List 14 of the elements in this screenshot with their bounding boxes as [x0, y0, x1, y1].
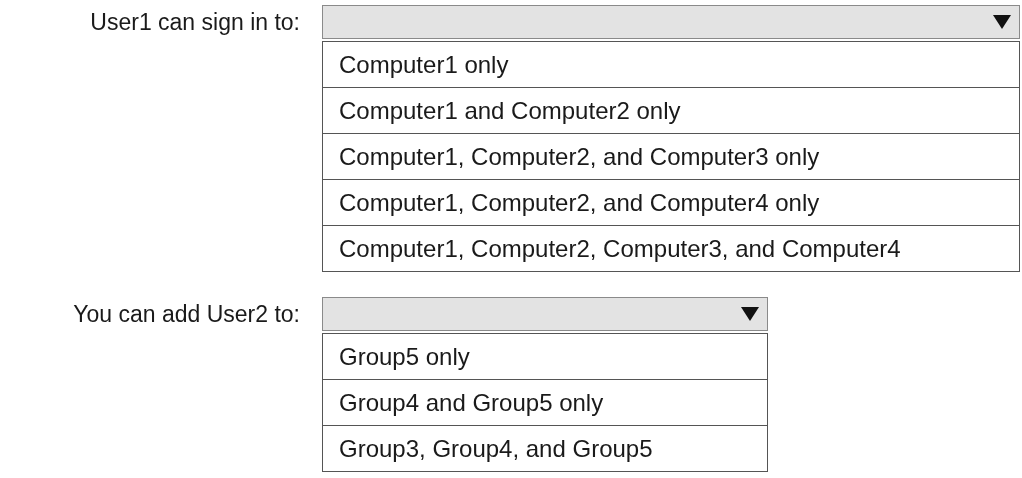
dropdown-field[interactable] — [322, 5, 1020, 39]
dropdown-option[interactable]: Computer1, Computer2, and Computer3 only — [323, 134, 1019, 180]
dropdown-option[interactable]: Computer1 only — [323, 42, 1019, 88]
dropdown-option[interactable]: Group3, Group4, and Group5 — [323, 426, 767, 472]
caret-icon — [741, 307, 759, 321]
question-label: You can add User2 to: — [72, 300, 300, 329]
question-label: User1 can sign in to: — [89, 8, 300, 37]
dropdown-field[interactable] — [322, 297, 768, 331]
dropdown-option[interactable]: Computer1, Computer2, and Computer4 only — [323, 180, 1019, 226]
dropdown-option[interactable]: Computer1 and Computer2 only — [323, 88, 1019, 134]
dropdown-option[interactable]: Group5 only — [323, 334, 767, 380]
caret-icon — [993, 15, 1011, 29]
dropdown-option[interactable]: Computer1, Computer2, Computer3, and Computer4 — [323, 226, 1019, 272]
dropdown-option[interactable]: Group4 and Group5 only — [323, 380, 767, 426]
